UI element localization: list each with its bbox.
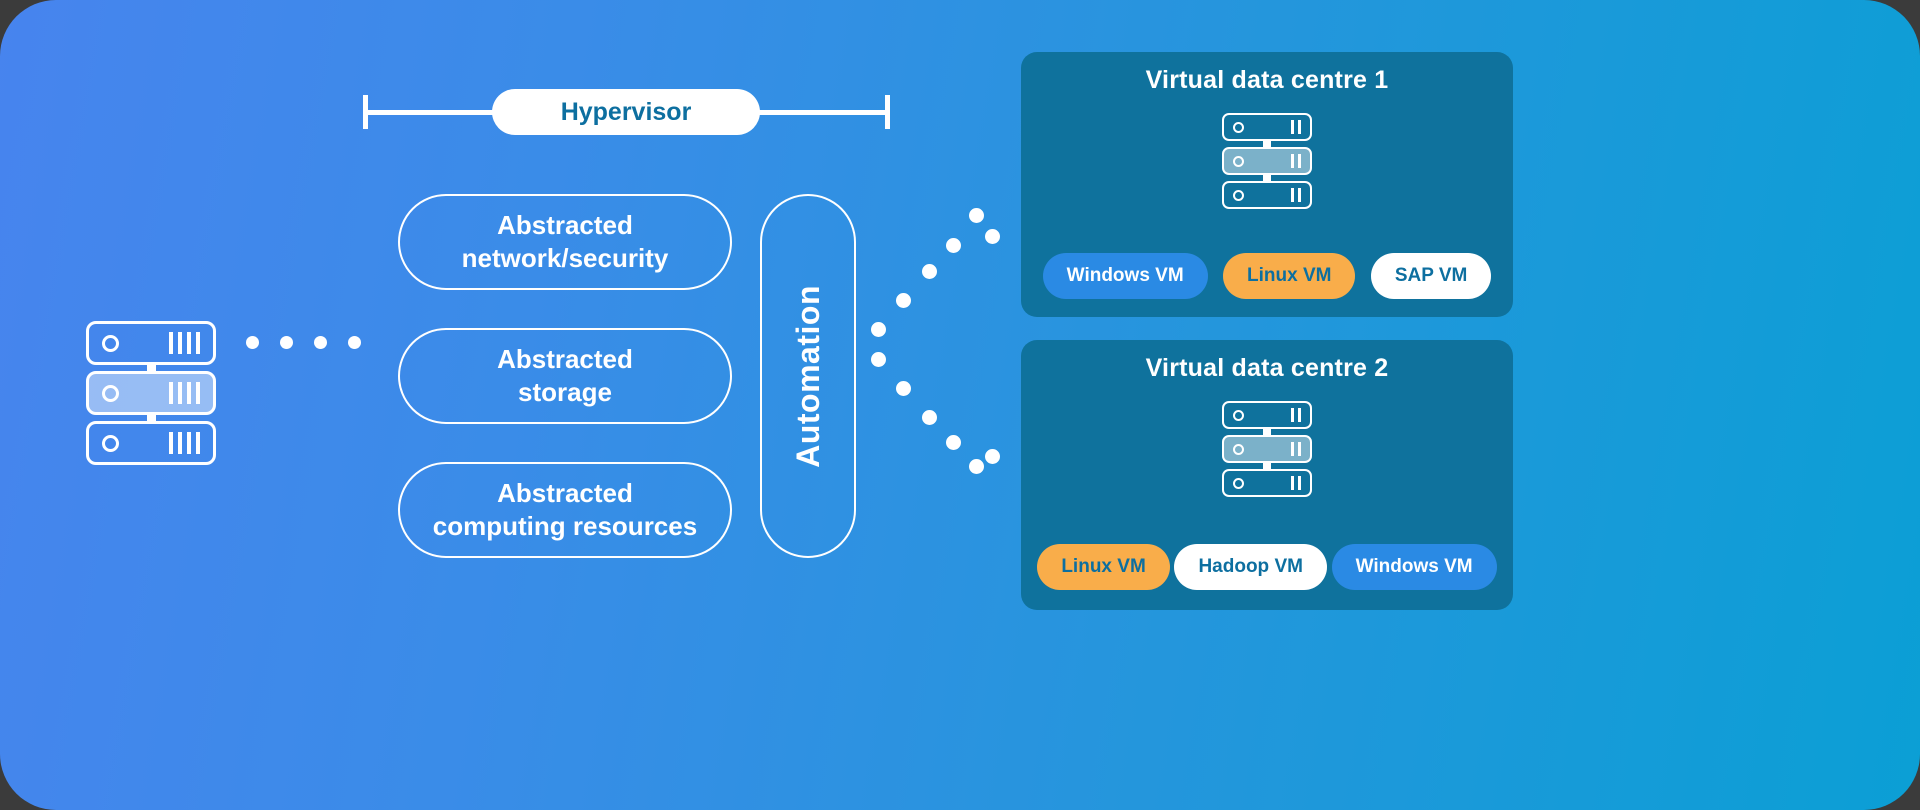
hypervisor-label: Hypervisor	[560, 97, 692, 126]
fan-dot	[922, 264, 937, 279]
fan-dot	[922, 410, 937, 425]
server-led-icon	[1233, 409, 1244, 421]
server-led-icon	[102, 334, 119, 352]
server-unit	[1222, 113, 1312, 141]
fan-dot	[946, 435, 961, 450]
diagram-canvas: Hypervisor Abstracted network/security A…	[0, 0, 1920, 810]
vdc-server-stack-icon	[1222, 401, 1312, 497]
server-led-icon	[102, 384, 119, 402]
capsule-line-2: computing resources	[432, 511, 698, 541]
vm-pill-windows[interactable]: Windows VM	[1042, 253, 1208, 299]
fan-dot	[871, 352, 886, 367]
abstracted-computing-resources-capsule[interactable]: Abstracted computing resources	[398, 462, 732, 558]
automation-capsule[interactable]: Automation	[760, 194, 856, 558]
server-bars-icon	[1287, 408, 1301, 422]
server-bars-icon	[1287, 188, 1301, 202]
server-led-icon	[1233, 121, 1244, 133]
fan-dot	[946, 238, 961, 253]
server-unit-highlighted	[1222, 435, 1312, 463]
fan-dot	[985, 229, 1000, 244]
fan-dot	[896, 293, 911, 308]
fan-dot	[985, 449, 1000, 464]
vm-pill-windows[interactable]: Windows VM	[1331, 544, 1497, 590]
capsule-line-1: Abstracted	[497, 344, 633, 375]
capsule-line-1: Abstracted	[497, 210, 633, 241]
vdc-server-stack-icon	[1222, 113, 1312, 209]
physical-server-stack-icon	[86, 321, 216, 465]
vdc-vm-list: Windows VM Linux VM SAP VM	[1021, 253, 1513, 299]
automation-label: Automation	[789, 284, 826, 468]
capsule-line-1: Abstracted	[497, 478, 633, 509]
fan-dot	[871, 322, 886, 337]
server-bars-icon	[164, 432, 200, 454]
server-bars-icon	[1287, 120, 1301, 134]
vm-pill-hadoop[interactable]: Hadoop VM	[1174, 544, 1327, 590]
fan-dot	[969, 459, 984, 474]
abstracted-storage-capsule[interactable]: Abstracted storage	[398, 328, 732, 424]
vm-pill-sap[interactable]: SAP VM	[1370, 253, 1492, 299]
server-unit-highlighted	[86, 371, 216, 415]
connector-dot	[348, 336, 361, 349]
connector-dot	[314, 336, 327, 349]
server-bars-icon	[1287, 154, 1301, 168]
vm-pill-linux[interactable]: Linux VM	[1223, 253, 1356, 299]
server-bars-icon	[1287, 476, 1301, 490]
virtual-data-centre-2-panel[interactable]: Virtual data centre 2 Linux VM Hadoop VM…	[1021, 340, 1513, 610]
virtual-data-centre-1-panel[interactable]: Virtual data centre 1 Windows VM Linux V…	[1021, 52, 1513, 317]
vdc-vm-list: Linux VM Hadoop VM Windows VM	[1021, 544, 1513, 590]
server-bars-icon	[164, 332, 200, 354]
server-bars-icon	[1287, 442, 1301, 456]
hypervisor-right-cap	[885, 95, 890, 129]
server-bars-icon	[164, 382, 200, 404]
vdc-title: Virtual data centre 1	[1145, 66, 1389, 94]
server-unit	[1222, 401, 1312, 429]
server-led-icon	[1233, 189, 1244, 201]
fan-dot	[969, 208, 984, 223]
vdc-title: Virtual data centre 2	[1145, 354, 1389, 382]
server-unit	[86, 421, 216, 465]
server-unit	[86, 321, 216, 365]
connector-dot	[280, 336, 293, 349]
vm-pill-linux[interactable]: Linux VM	[1037, 544, 1170, 590]
fan-dot	[896, 381, 911, 396]
server-led-icon	[102, 434, 119, 452]
server-led-icon	[1233, 477, 1244, 489]
server-led-icon	[1233, 443, 1244, 455]
hypervisor-pill[interactable]: Hypervisor	[492, 89, 760, 135]
capsule-line-2: network/security	[461, 243, 669, 273]
server-unit	[1222, 469, 1312, 497]
server-unit	[1222, 181, 1312, 209]
server-unit-highlighted	[1222, 147, 1312, 175]
abstracted-network-security-capsule[interactable]: Abstracted network/security	[398, 194, 732, 290]
server-led-icon	[1233, 155, 1244, 167]
connector-dot	[246, 336, 259, 349]
background-panel	[0, 0, 1920, 810]
capsule-line-2: storage	[518, 377, 612, 407]
